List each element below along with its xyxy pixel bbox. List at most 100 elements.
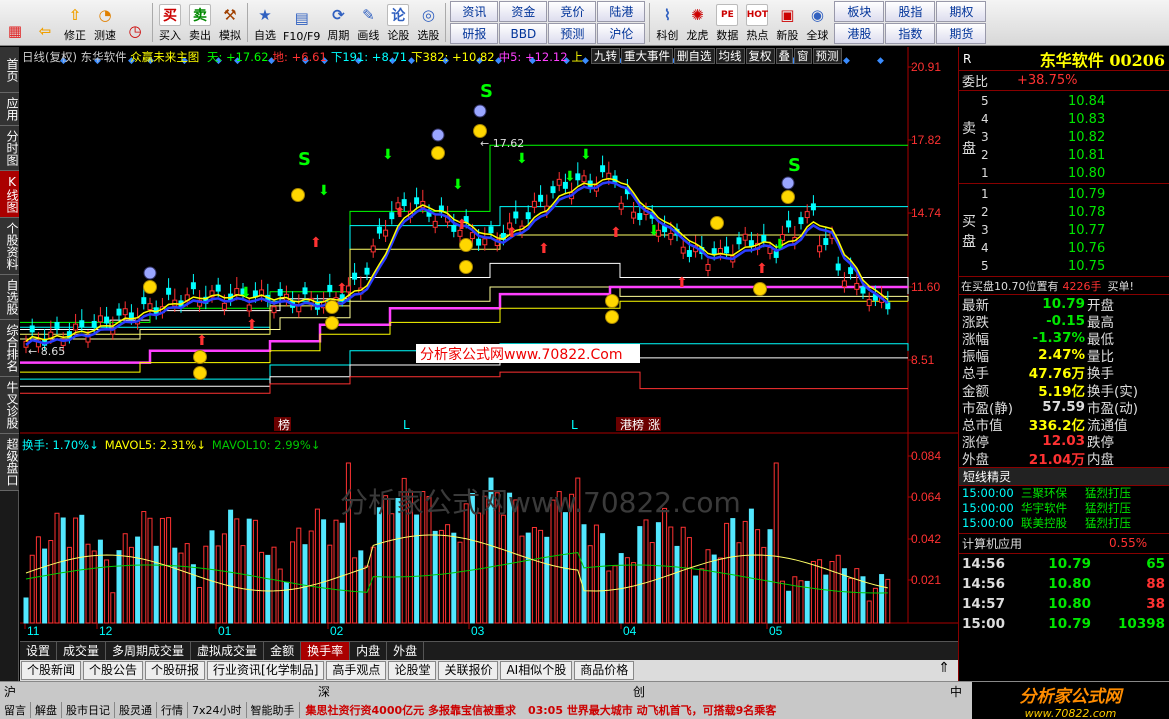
toolbar.left_buttons-button-6[interactable]: 卖卖出 — [185, 0, 215, 45]
toolbar.left_buttons-button-5[interactable]: 买买入 — [155, 0, 185, 45]
toolbar.right_buttons-button-4[interactable]: ▣ 新股 — [772, 0, 802, 45]
chart-tool-5[interactable]: 叠 — [775, 48, 793, 64]
indicator-tab-6[interactable]: 内盘 — [350, 642, 388, 660]
indicator-tab-5[interactable]: 换手率 — [301, 642, 351, 660]
toolbar.left_buttons-button-9[interactable]: ▤ F10/F9 — [280, 0, 323, 45]
toolbar-grid-button[interactable]: 资讯 — [450, 1, 499, 22]
left-tab-8[interactable]: 超级盘口 — [0, 434, 19, 491]
toolbar-grid-button[interactable]: 陆港 — [597, 1, 646, 22]
left-tab-2[interactable]: 分时图 — [0, 126, 19, 171]
toolbar.left_buttons-button-8[interactable]: ★ 自选 — [250, 0, 280, 45]
sell-level-row[interactable]: 4 10.83 — [959, 110, 1169, 128]
chart-tool-0[interactable]: 九转 — [591, 48, 620, 64]
event-mark[interactable]: 港榜 — [620, 417, 644, 432]
market-sz[interactable]: 深 — [318, 683, 330, 700]
sector-name[interactable]: 计算机应用 — [959, 535, 1109, 552]
toolbar-grid-button[interactable]: 港股 — [834, 23, 885, 44]
toolbar-grid-button[interactable]: 指数 — [885, 23, 936, 44]
short-line-row[interactable]: 15:00:00 联美控股 猛烈打压 — [959, 516, 1169, 531]
chart-indicator-name[interactable]: 众赢未来主图 — [130, 50, 199, 64]
news-link-5[interactable]: 7x24小时 — [188, 702, 247, 718]
left-tab-7[interactable]: 牛叉诊股 — [0, 377, 19, 434]
toolbar-grid-button[interactable]: BBD — [499, 23, 548, 44]
buy-level-row[interactable]: 3 10.77 — [959, 221, 1169, 239]
buy-level-row[interactable]: 5 10.75 — [959, 257, 1169, 275]
chart-tool-6[interactable]: 窗 — [794, 48, 812, 64]
event-mark[interactable]: L — [571, 418, 578, 432]
info-tab-0[interactable]: 个股新闻 — [21, 661, 82, 680]
toolbar-grid-button[interactable]: 预测 — [548, 23, 597, 44]
short-line-row[interactable]: 15:00:00 三聚环保 猛烈打压 — [959, 486, 1169, 501]
news-link-0[interactable]: 留言 — [0, 702, 31, 718]
market-sh[interactable]: 沪 — [4, 683, 16, 700]
info-tab-4[interactable]: 高手观点 — [326, 661, 387, 680]
info-tab-7[interactable]: AI相似个股 — [500, 661, 573, 680]
chart-tool-2[interactable]: 删自选 — [674, 48, 715, 64]
sell-level-row[interactable]: 1 10.80 — [959, 164, 1169, 182]
toolbar.left_buttons-button-7[interactable]: ⚒ 模拟 — [215, 0, 245, 45]
market-cy[interactable]: 创 — [633, 683, 645, 700]
sell-signal-s-icon[interactable]: S — [788, 155, 801, 176]
indicator-tab-4[interactable]: 金额 — [264, 642, 302, 660]
short-line-title[interactable]: 短线精灵 — [959, 468, 1011, 485]
toolbar.left_buttons-button-10[interactable]: ⟳ 周期 — [323, 0, 353, 45]
info-tab-1[interactable]: 个股公告 — [83, 661, 144, 680]
toolbar.left_buttons-button-1[interactable]: ⇦ — [30, 0, 60, 45]
toolbar.left_buttons-button-12[interactable]: 论论股 — [383, 0, 413, 45]
indicator-tab-1[interactable]: 成交量 — [57, 642, 107, 660]
news-link-4[interactable]: 行情 — [157, 702, 188, 718]
left-tab-4[interactable]: 个股资料 — [0, 218, 19, 275]
buy-level-row[interactable]: 1 10.79 — [959, 185, 1169, 203]
indicator-tab-7[interactable]: 外盘 — [387, 642, 425, 660]
news-ticker-2[interactable]: 03:05 世界最大城市 动飞机首飞，可搭载9名乘客 — [522, 702, 782, 718]
chart-tool-1[interactable]: 重大事件 — [621, 48, 673, 64]
indicator-tab-3[interactable]: 虚拟成交量 — [191, 642, 265, 660]
toolbar.right_buttons-button-1[interactable]: ✺ 龙虎 — [682, 0, 712, 45]
info-tab-5[interactable]: 论股堂 — [388, 661, 437, 680]
toolbar-grid-button[interactable]: 竞价 — [548, 1, 597, 22]
event-mark[interactable]: 榜 — [278, 417, 290, 432]
buy-level-row[interactable]: 2 10.78 — [959, 203, 1169, 221]
toolbar-grid-button[interactable]: 期权 — [936, 1, 987, 22]
indicator-tab-0[interactable]: 设置 — [20, 642, 58, 660]
toolbar-grid-button[interactable]: 沪伦 — [597, 23, 646, 44]
toolbar-grid-button[interactable]: 资金 — [499, 1, 548, 22]
toolbar-grid-button[interactable]: 股指 — [885, 1, 936, 22]
sell-level-row[interactable]: 2 10.81 — [959, 146, 1169, 164]
news-link-3[interactable]: 股灵通 — [115, 702, 157, 718]
kline-chart-svg[interactable]: 20.91 17.82 14.74 11.60 8.51 0.084 0.064 0.042 0… — [20, 47, 958, 641]
event-diamond-icon[interactable]: ◆ — [582, 56, 589, 66]
toolbar-grid-button[interactable]: 板块 — [834, 1, 885, 22]
event-mark[interactable]: L — [403, 418, 410, 432]
toolbar.right_buttons-button-3[interactable]: HOT 热点 — [742, 0, 772, 45]
event-diamond-icon[interactable]: ◆ — [843, 56, 850, 66]
left-tab-3[interactable]: K线图 — [0, 171, 19, 218]
event-mark[interactable]: 涨 — [648, 417, 660, 432]
left-tab-1[interactable]: 应用 — [0, 93, 19, 126]
event-diamond-icon[interactable]: ◆ — [877, 56, 884, 66]
info-tab-6[interactable]: 关联报价 — [438, 661, 499, 680]
toolbar.right_buttons-button-5[interactable]: ◉ 全球 — [802, 0, 832, 45]
left-tab-6[interactable]: 综合排名 — [0, 320, 19, 377]
toolbar-grid-button[interactable]: 研报 — [450, 23, 499, 44]
info-tab-2[interactable]: 个股研报 — [145, 661, 206, 680]
news-ticker-1[interactable]: 集思社资行资4000亿元 多报靠宝信被重求 — [300, 702, 522, 718]
toolbar.left_buttons-button-2[interactable]: ⇧ 修正 — [60, 0, 90, 45]
buy-level-row[interactable]: 4 10.76 — [959, 239, 1169, 257]
news-link-2[interactable]: 股市日记 — [62, 702, 115, 718]
toolbar.right_buttons-button-2[interactable]: PE 数据 — [712, 0, 742, 45]
news-link-1[interactable]: 解盘 — [31, 702, 62, 718]
short-line-row[interactable]: 15:00:00 华宇软件 猛烈打压 — [959, 501, 1169, 516]
sell-signal-s-icon[interactable]: S — [480, 81, 493, 102]
chart-tool-3[interactable]: 均线 — [715, 48, 745, 64]
sell-signal-s-icon[interactable]: S — [298, 149, 311, 170]
sell-level-row[interactable]: 3 10.82 — [959, 128, 1169, 146]
info-tab-3[interactable]: 行业资讯[化学制品] — [207, 661, 325, 680]
indicator-tab-2[interactable]: 多周期成交量 — [106, 642, 192, 660]
toolbar.left_buttons-button-4[interactable]: ◷ — [120, 0, 150, 45]
collapse-up-icon[interactable]: ⇑ — [938, 660, 950, 681]
chart-tool-4[interactable]: 复权 — [745, 48, 775, 64]
news-link-6[interactable]: 智能助手 — [247, 702, 300, 718]
status-corner[interactable]: 中 — [950, 683, 962, 700]
info-tab-8[interactable]: 商品价格 — [574, 661, 635, 680]
